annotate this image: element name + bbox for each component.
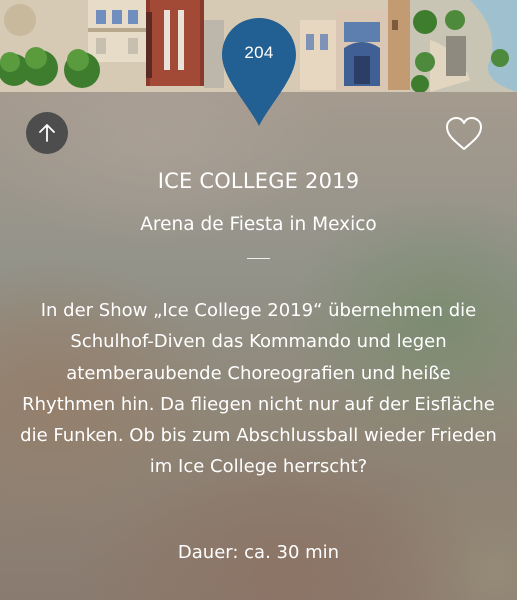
map-pin-number: 204 [244, 43, 274, 62]
divider [247, 258, 270, 259]
show-title: ICE COLLEGE 2019 [157, 169, 360, 193]
up-button[interactable] [26, 112, 68, 154]
show-description: In der Show „Ice College 2019“ übernehme… [20, 300, 497, 478]
show-venue: Arena de Fiesta in Mexico [140, 214, 377, 235]
favorite-button[interactable] [444, 115, 484, 153]
arrow-up-icon [39, 124, 55, 142]
map-pin[interactable]: 204 [220, 16, 298, 128]
attraction-detail-screen: 204 ICE COLLEGE 2019 Arena de Fiesta in … [0, 0, 517, 600]
show-duration: Dauer: ca. 30 min [177, 542, 340, 563]
map-pin-icon [222, 18, 296, 126]
heart-outline-icon [446, 117, 482, 150]
